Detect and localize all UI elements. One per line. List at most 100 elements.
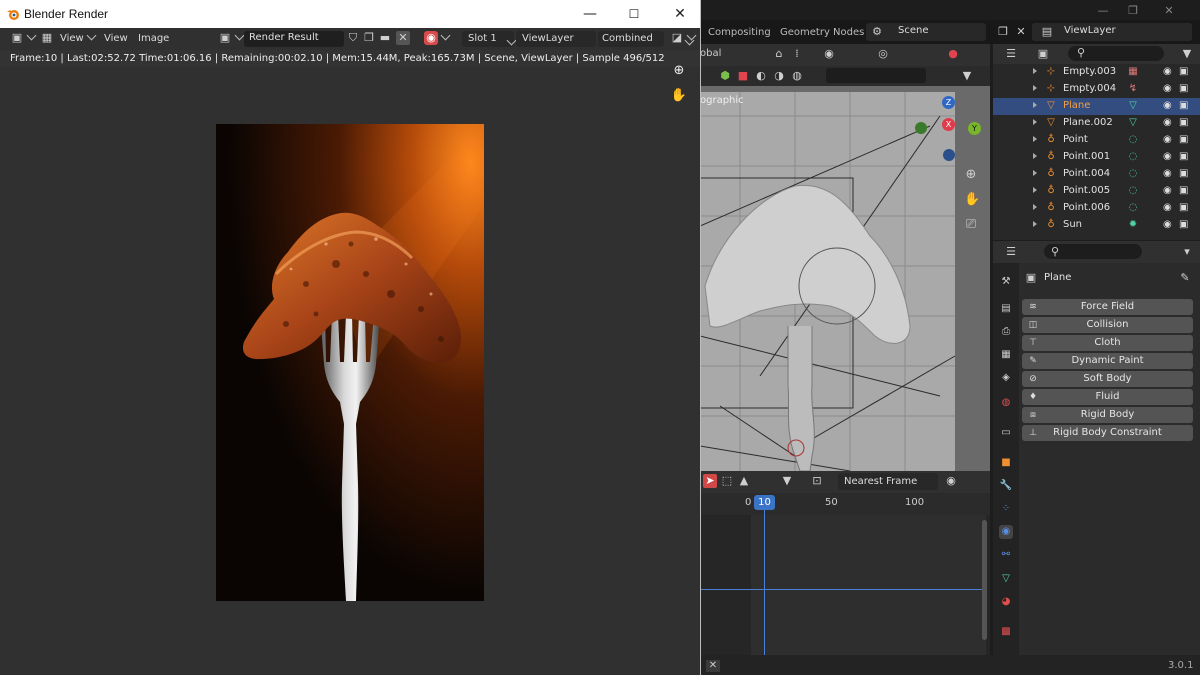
dynamic-paint-button[interactable]: ✎ Dynamic Paint	[1022, 353, 1193, 369]
collision-button[interactable]: ◫ Collision	[1022, 317, 1193, 333]
snap-icon[interactable]: ⌂	[772, 47, 786, 61]
overlay-icon[interactable]: ●	[946, 47, 960, 61]
texture-tab-icon[interactable]: ▩	[999, 625, 1013, 639]
eye-icon[interactable]: ◉	[1163, 83, 1172, 94]
view-options-button[interactable]: ◪	[670, 30, 697, 47]
outliner-item[interactable]: ▽ Plane.002 ▽ ◉ ▣	[993, 115, 1200, 132]
render-tab-icon[interactable]: ▤	[999, 302, 1013, 316]
open-image-icon[interactable]: ▬	[378, 31, 392, 47]
output-tab-icon[interactable]: ⎙	[999, 325, 1013, 339]
tab-geometry-nodes[interactable]: Geometry Nodes	[780, 27, 864, 38]
gizmo-z-axis[interactable]: Z	[942, 96, 955, 109]
expand-icon[interactable]	[1033, 68, 1037, 74]
image-browse-button[interactable]: ▣	[218, 30, 245, 47]
proportional-timeline-icon[interactable]: ◉	[944, 474, 958, 488]
snap-target-icon[interactable]: ⁞	[790, 47, 804, 61]
pan-hand-icon[interactable]: ✋	[668, 85, 690, 107]
zoom-icon[interactable]: ⊕	[668, 60, 690, 82]
gizmo-neg-z-axis[interactable]	[943, 149, 955, 161]
outliner-item[interactable]: ⊹ Empty.004 ↯ ◉ ▣	[993, 81, 1200, 98]
world-tab-icon[interactable]: ◍	[999, 396, 1013, 410]
tab-compositing[interactable]: Compositing	[708, 27, 771, 38]
camera-icon[interactable]: ▣	[1179, 134, 1188, 145]
expand-icon[interactable]	[1033, 85, 1037, 91]
eye-icon[interactable]: ◉	[1163, 202, 1172, 213]
camera-icon[interactable]: ▣	[1179, 151, 1188, 162]
render-engine-icon[interactable]: ⬢	[718, 69, 732, 83]
outliner-editor-icon[interactable]: ☰	[1004, 47, 1018, 61]
properties-editor-icon[interactable]: ☰	[1004, 245, 1018, 259]
viewport-zoom-icon[interactable]: ⊕	[964, 168, 978, 182]
fake-user-icon[interactable]: ⛉	[346, 31, 360, 47]
transform-orientation[interactable]: obal	[700, 48, 721, 59]
eye-icon[interactable]: ◉	[1163, 151, 1172, 162]
eye-icon[interactable]: ◉	[1163, 219, 1172, 230]
view-mode-button[interactable]: ▦	[40, 31, 54, 47]
cloth-button[interactable]: ⊤ Cloth	[1022, 335, 1193, 351]
outliner-item[interactable]: ♁ Point.001 ◌ ◉ ▣	[993, 149, 1200, 166]
eye-icon[interactable]: ◉	[1163, 185, 1172, 196]
menu-image[interactable]: Image	[138, 31, 169, 47]
visibility-icon[interactable]: ◎	[876, 47, 890, 61]
viewport-pan-icon[interactable]: ✋	[964, 193, 980, 207]
camera-icon[interactable]: ▣	[1179, 117, 1188, 128]
camera-icon[interactable]: ▣	[1179, 185, 1188, 196]
new-image-icon[interactable]: ❐	[362, 31, 376, 47]
menu-view-dropdown[interactable]: View	[60, 30, 97, 47]
close-icon[interactable]: ✕	[668, 4, 692, 24]
main-minimize-icon[interactable]: —	[1096, 4, 1110, 18]
expand-icon[interactable]	[1033, 170, 1037, 176]
eye-icon[interactable]: ◉	[1163, 168, 1172, 179]
outliner-item[interactable]: ♁ Point.004 ◌ ◉ ▣	[993, 166, 1200, 183]
scene-tab-icon[interactable]: ◈	[999, 371, 1013, 385]
filter-icon[interactable]: ▼	[960, 69, 974, 83]
close-icon[interactable]: ✕	[706, 660, 720, 672]
camera-icon[interactable]: ▣	[1179, 83, 1188, 94]
editor-type-button[interactable]: ▣	[10, 30, 37, 47]
rigid-body-button[interactable]: ⧈ Rigid Body	[1022, 407, 1193, 423]
eye-icon[interactable]: ◉	[1163, 100, 1172, 111]
camera-icon[interactable]: ▣	[1179, 168, 1188, 179]
expand-icon[interactable]	[1033, 221, 1037, 227]
maximize-icon[interactable]: ☐	[622, 4, 646, 24]
shading-material-icon[interactable]: ◐	[754, 69, 768, 83]
outliner-item[interactable]: ⊹ Empty.003 ▦ ◉ ▣	[993, 64, 1200, 81]
eye-icon[interactable]: ◉	[1163, 66, 1172, 77]
timeline-scrollbar[interactable]	[982, 520, 987, 640]
gizmo-neg-y-axis[interactable]	[915, 122, 927, 134]
camera-icon[interactable]: ▣	[1179, 66, 1188, 77]
physics-tab-icon[interactable]: ◉	[999, 525, 1013, 539]
delete-scene-icon[interactable]: ✕	[1014, 25, 1028, 39]
timeline-filter-icon[interactable]: ▼	[780, 474, 794, 488]
camera-icon[interactable]: ▣	[1179, 219, 1188, 230]
outliner-filter-icon[interactable]: ▼	[1180, 47, 1194, 61]
menu-view[interactable]: View	[104, 31, 128, 47]
camera-view-icon[interactable]: ⎚	[964, 218, 978, 232]
gizmo-y-axis[interactable]: Y	[968, 122, 981, 135]
snapping-icon[interactable]: ⊡	[810, 474, 824, 488]
data-tab-icon[interactable]: ▽	[999, 572, 1013, 586]
display-channels-button[interactable]: ◉	[424, 30, 451, 47]
expand-icon[interactable]	[1033, 187, 1037, 193]
proportional-edit-icon[interactable]: ◉	[822, 47, 836, 61]
pin-icon[interactable]: ✎	[1178, 271, 1192, 285]
world-icon[interactable]: ◍	[790, 69, 804, 83]
fluid-button[interactable]: ♦ Fluid	[1022, 389, 1193, 405]
collection-tab-icon[interactable]: ▭	[999, 426, 1013, 440]
material-tab-icon[interactable]: ◕	[999, 595, 1013, 609]
soft-body-button[interactable]: ⊘ Soft Body	[1022, 371, 1193, 387]
force-field-button[interactable]: ≋ Force Field	[1022, 299, 1193, 315]
unlink-image-icon[interactable]: ✕	[396, 31, 410, 47]
shading-solid-icon[interactable]: ■	[736, 69, 750, 83]
select-box-icon[interactable]: ⬚	[720, 474, 734, 488]
gizmo-x-axis[interactable]: X	[942, 118, 955, 131]
expand-icon[interactable]	[1033, 204, 1037, 210]
view-layer-tab-icon[interactable]: ▦	[999, 348, 1013, 362]
object-tab-icon[interactable]: ■	[999, 456, 1013, 470]
constraints-tab-icon[interactable]: ⚯	[999, 548, 1013, 562]
minimize-icon[interactable]: —	[578, 4, 602, 24]
display-mode-icon[interactable]: ▣	[1036, 47, 1050, 61]
playhead[interactable]	[764, 510, 765, 655]
rigid-body-constraint-button[interactable]: ⊥ Rigid Body Constraint	[1022, 425, 1193, 441]
eye-icon[interactable]: ◉	[1163, 134, 1172, 145]
